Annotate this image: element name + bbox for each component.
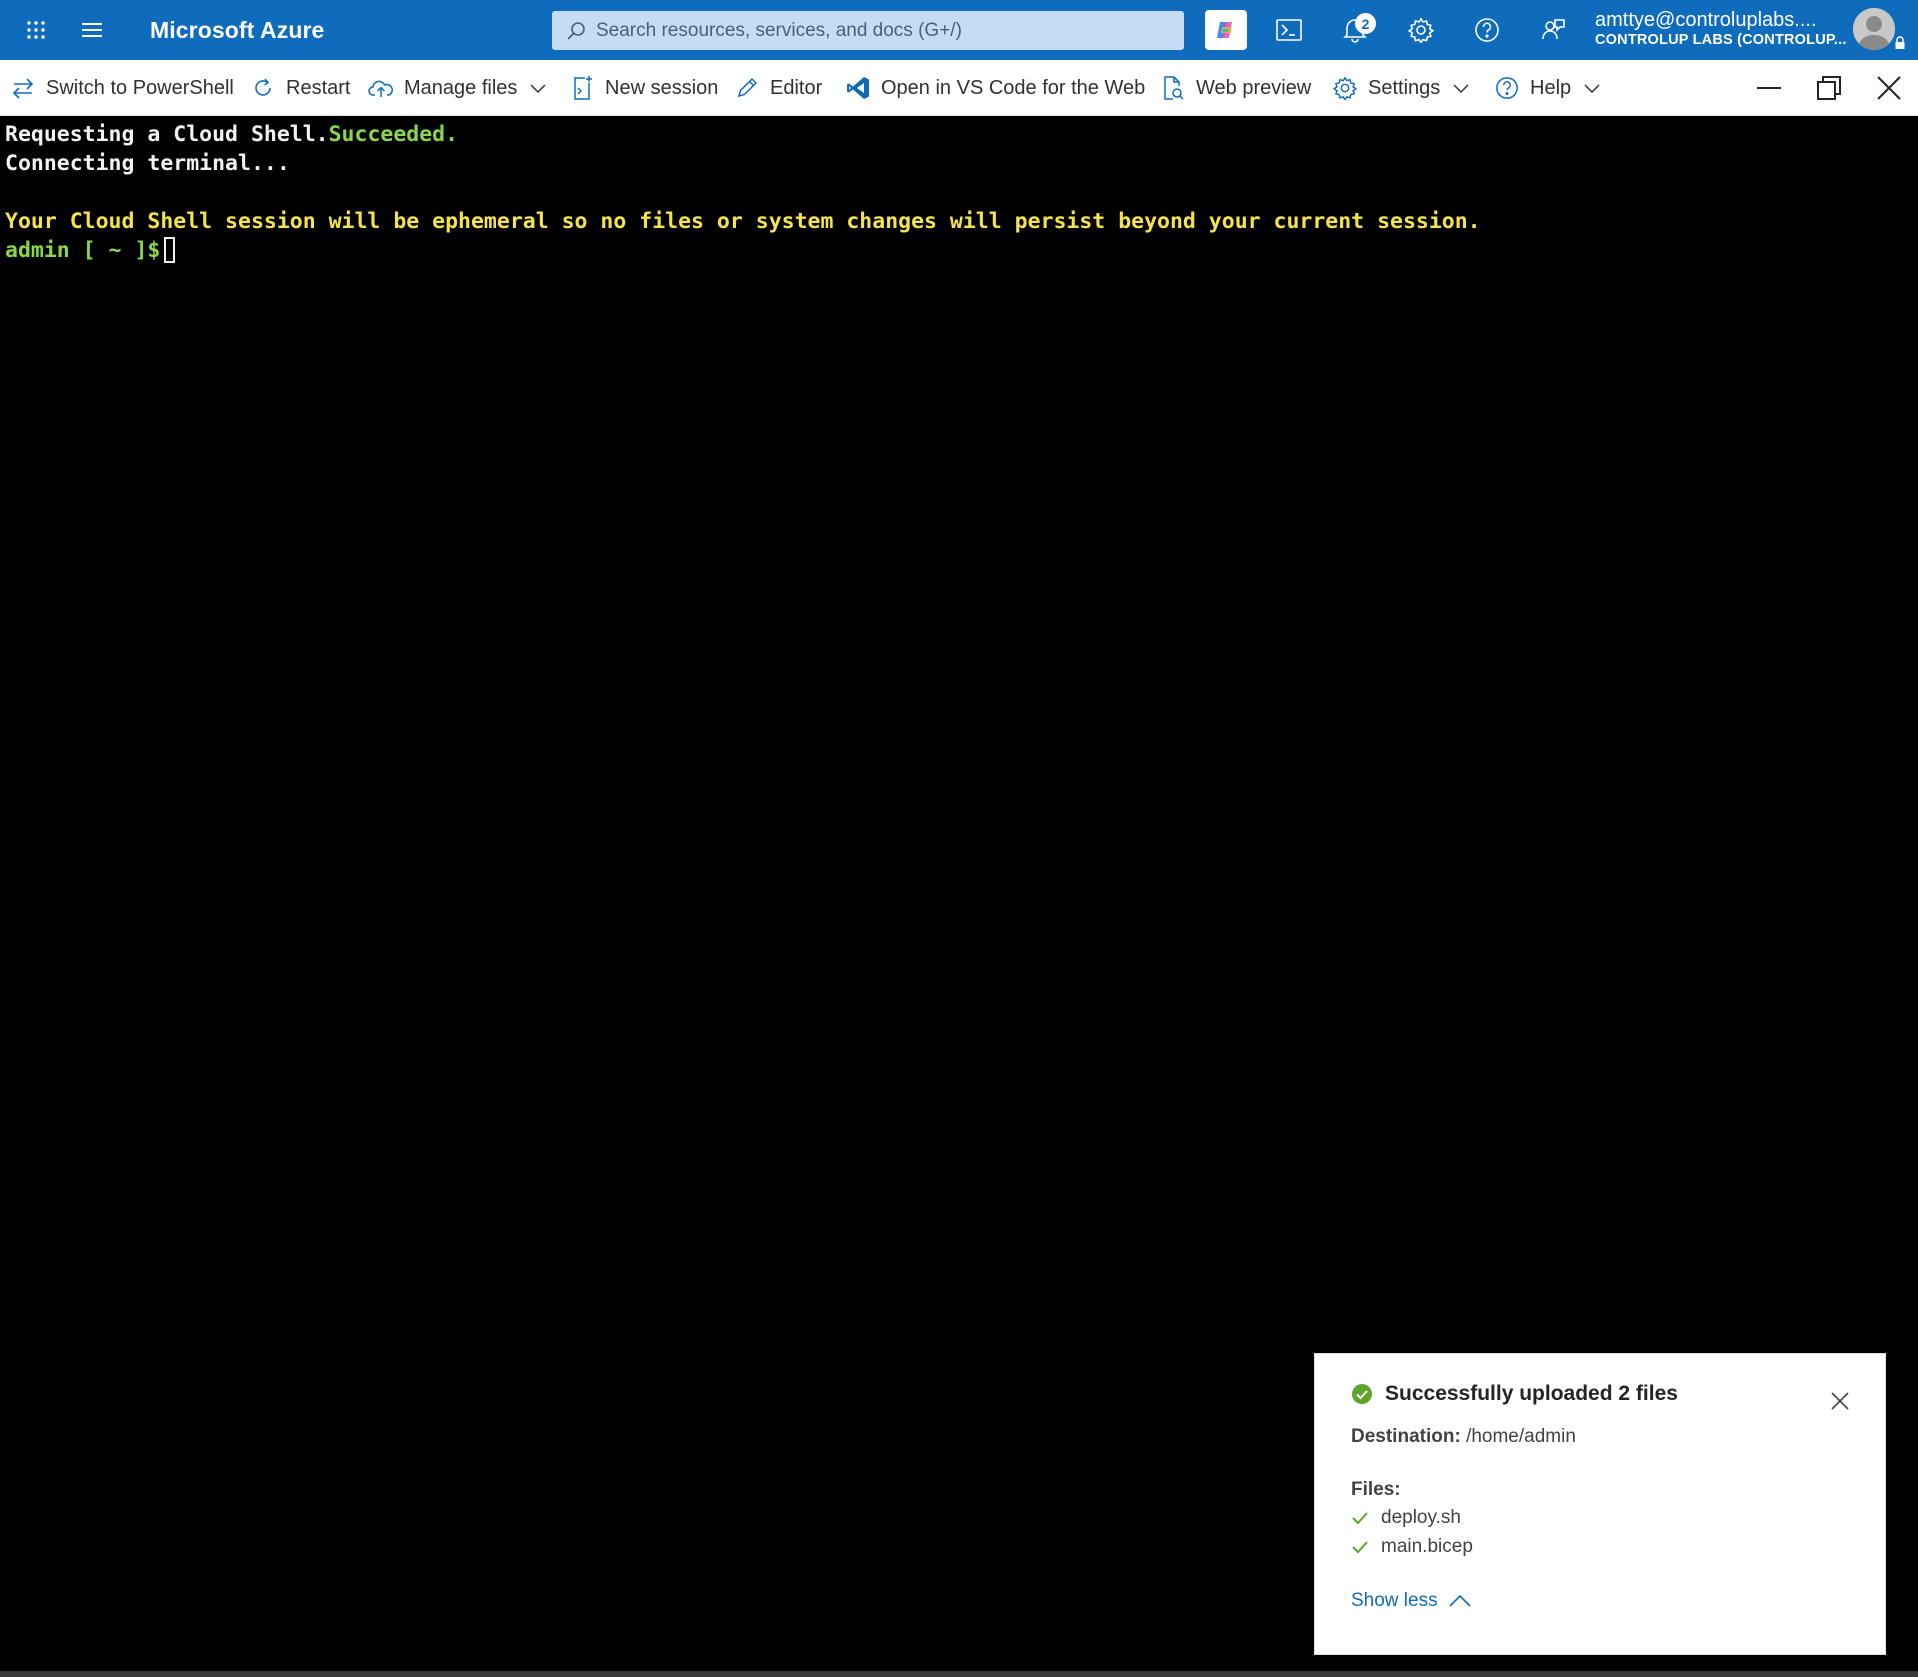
gear-icon: [1332, 75, 1358, 101]
terminal-status-succeeded: Succeeded.: [328, 122, 459, 147]
restart-button[interactable]: Restart: [250, 60, 350, 116]
chevron-up-icon: [1449, 1594, 1471, 1607]
file-name: main.bicep: [1381, 1536, 1473, 1557]
check-icon: [1351, 1539, 1369, 1555]
cloud-shell-toolbar: Switch to PowerShell Restart Manage file…: [0, 60, 1918, 116]
chevron-down-icon: [1452, 82, 1470, 94]
chevron-down-icon: [529, 82, 547, 94]
settings-button[interactable]: Settings: [1332, 60, 1470, 116]
new-session-button[interactable]: New session: [569, 60, 718, 116]
destination-label: Destination:: [1351, 1426, 1461, 1447]
cloud-upload-icon: [368, 75, 394, 101]
account-menu[interactable]: amttye@controluplabs.... CONTROLUP LABS …: [1595, 9, 1857, 49]
terminal-ephemeral-warning: Your Cloud Shell session will be ephemer…: [5, 209, 1481, 234]
help-label: Help: [1530, 76, 1572, 99]
account-email: amttye@controluplabs....: [1595, 9, 1817, 31]
hamburger-icon[interactable]: [64, 0, 120, 60]
open-vscode-web-button[interactable]: Open in VS Code for the Web: [845, 60, 1145, 116]
toast-title: Successfully uploaded 2 files: [1351, 1382, 1678, 1406]
terminal-connecting-line: Connecting terminal...: [5, 151, 290, 176]
files-label: Files:: [1351, 1479, 1401, 1500]
check-icon: [1351, 1510, 1369, 1526]
list-item: main.bicep: [1351, 1536, 1473, 1558]
terminal-prompt: admin [ ~ ]$: [5, 238, 161, 263]
copilot-button[interactable]: [1205, 10, 1247, 50]
close-icon[interactable]: [1825, 1386, 1855, 1416]
show-less-label: Show less: [1351, 1590, 1438, 1611]
lock-icon: [1894, 36, 1906, 50]
gear-icon[interactable]: [1391, 0, 1451, 60]
show-less-link[interactable]: Show less: [1351, 1590, 1472, 1612]
close-icon[interactable]: [1864, 60, 1914, 116]
vscode-label: Open in VS Code for the Web: [881, 76, 1146, 99]
help-icon: [1494, 75, 1520, 101]
search-icon: [566, 21, 586, 41]
terminal-request-text: Requesting a Cloud Shell.: [5, 122, 329, 147]
copilot-icon: [1214, 18, 1238, 42]
list-item: deploy.sh: [1351, 1507, 1461, 1529]
manage-files-label: Manage files: [404, 76, 518, 99]
restore-icon[interactable]: [1804, 60, 1854, 116]
new-session-icon: [569, 75, 595, 101]
terminal-prompt-line: admin [ ~ ]$: [5, 236, 1918, 265]
upload-notification: Successfully uploaded 2 files Destinatio…: [1314, 1353, 1886, 1655]
portal-brand[interactable]: Microsoft Azure: [150, 17, 324, 44]
feedback-icon[interactable]: [1523, 0, 1583, 60]
switch-label: Switch to PowerShell: [46, 76, 234, 99]
help-icon[interactable]: [1457, 0, 1517, 60]
notification-badge: 2: [1355, 13, 1376, 34]
editor-label: Editor: [770, 76, 823, 99]
azure-header: Microsoft Azure Search resources, servic…: [0, 0, 1918, 60]
web-preview-icon: [1160, 75, 1186, 101]
panel-bottom-border: [0, 1671, 1918, 1677]
destination-value: /home/admin: [1466, 1426, 1576, 1447]
success-check-circle-icon: [1351, 1383, 1373, 1405]
app-launcher-icon[interactable]: [8, 0, 64, 60]
manage-files-button[interactable]: Manage files: [368, 60, 547, 116]
cloud-shell-icon[interactable]: [1259, 0, 1319, 60]
editor-button[interactable]: Editor: [734, 60, 822, 116]
pencil-icon: [734, 75, 760, 101]
restart-icon: [250, 75, 276, 101]
vscode-icon: [845, 75, 871, 101]
help-menu-button[interactable]: Help: [1494, 60, 1601, 116]
restart-label: Restart: [286, 76, 351, 99]
account-tenant: CONTROLUP LABS (CONTROLUP...: [1595, 32, 1847, 48]
bell-icon[interactable]: 2: [1325, 0, 1385, 60]
toast-destination: Destination: /home/admin: [1351, 1426, 1576, 1448]
switch-to-powershell-button[interactable]: Switch to PowerShell: [10, 60, 234, 116]
terminal-line: Requesting a Cloud Shell.Succeeded.: [5, 120, 1918, 149]
web-preview-label: Web preview: [1196, 76, 1312, 99]
search-placeholder: Search resources, services, and docs (G+…: [596, 19, 962, 41]
file-name: deploy.sh: [1381, 1507, 1461, 1528]
avatar[interactable]: [1853, 8, 1895, 50]
switch-arrows-icon: [10, 75, 36, 101]
chevron-down-icon: [1583, 82, 1601, 94]
settings-label: Settings: [1368, 76, 1441, 99]
toast-title-text: Successfully uploaded 2 files: [1385, 1382, 1678, 1405]
minimize-icon[interactable]: [1744, 60, 1794, 116]
terminal-cursor: [164, 237, 176, 263]
new-session-label: New session: [605, 76, 719, 99]
global-search-input[interactable]: Search resources, services, and docs (G+…: [552, 11, 1184, 50]
web-preview-button[interactable]: Web preview: [1160, 60, 1311, 116]
